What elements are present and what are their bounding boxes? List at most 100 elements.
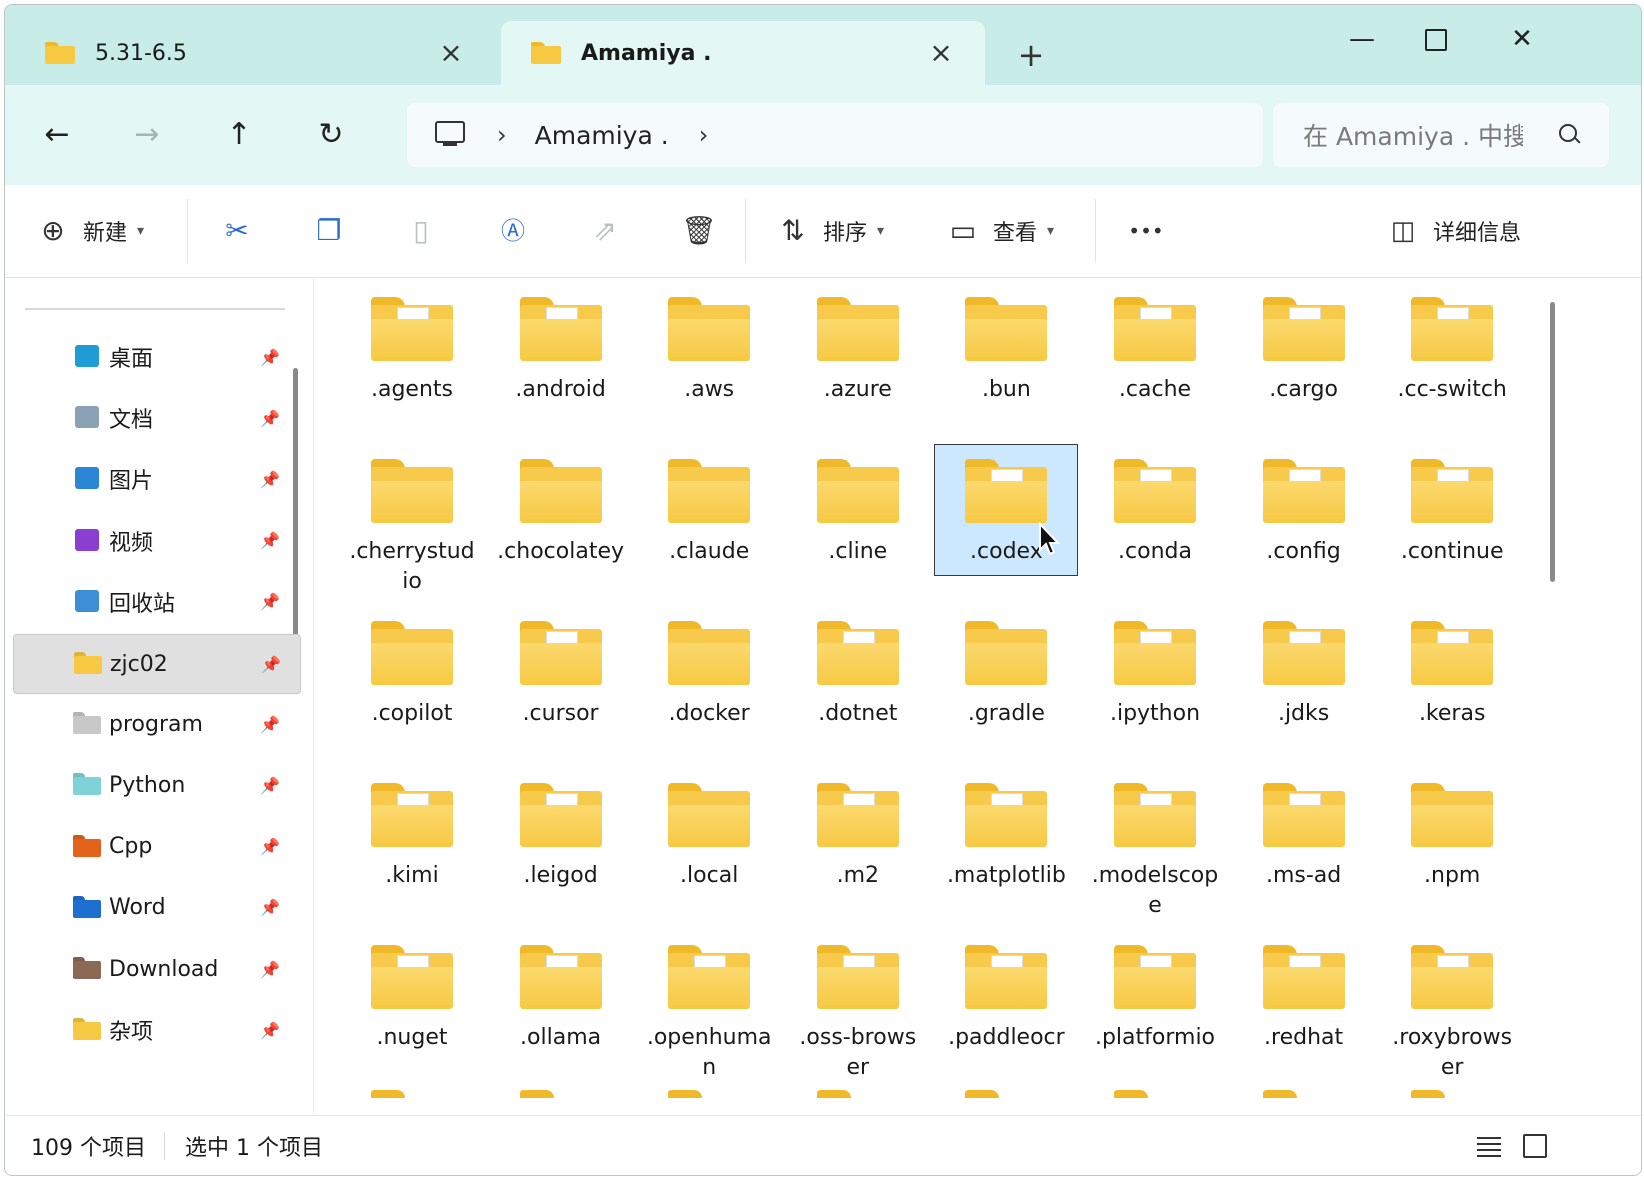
- sidebar-item[interactable]: Python 📌: [13, 756, 299, 814]
- folder-icon: [1411, 459, 1494, 523]
- folder-item[interactable]: .gradle: [934, 606, 1078, 738]
- minimize-button[interactable]: —: [1337, 19, 1387, 59]
- folder-item[interactable]: .bun: [934, 282, 1078, 414]
- pin-icon[interactable]: 📌: [260, 655, 282, 674]
- chevron-right-icon[interactable]: ›: [699, 121, 709, 149]
- folder-item[interactable]: .keras: [1380, 606, 1524, 738]
- folder-item[interactable]: .cursor: [489, 606, 633, 738]
- folder-item[interactable]: .cache: [1083, 282, 1227, 414]
- sort-button[interactable]: ⇅ 排序 ▾: [777, 209, 884, 253]
- folder-item[interactable]: .oss-browser: [786, 930, 930, 1080]
- cut-button[interactable]: ✂: [221, 209, 253, 253]
- large-icons-view-icon[interactable]: [1523, 1134, 1549, 1158]
- pin-icon[interactable]: 📌: [259, 470, 281, 489]
- more-options-button[interactable]: •••: [1123, 209, 1169, 253]
- folder-item[interactable]: .claude: [637, 444, 781, 576]
- folder-item[interactable]: .chocolatey: [489, 444, 633, 576]
- folder-item[interactable]: .redhat: [1232, 930, 1376, 1062]
- close-tab-icon[interactable]: ×: [437, 39, 465, 67]
- details-pane-button[interactable]: ◫ 详细信息: [1387, 209, 1521, 253]
- folder-item[interactable]: .aws: [637, 282, 781, 414]
- pin-icon[interactable]: 📌: [259, 1021, 281, 1040]
- folder-item[interactable]: .config: [1232, 444, 1376, 576]
- breadcrumb-item[interactable]: Amamiya .: [535, 121, 669, 150]
- folder-item[interactable]: .m2: [786, 768, 930, 900]
- folder-item[interactable]: .roxybrowser: [1380, 930, 1524, 1080]
- folder-item[interactable]: .dotnet: [786, 606, 930, 738]
- sidebar-item[interactable]: 杂项 📌: [13, 1001, 299, 1059]
- folder-item[interactable]: .npm: [1380, 768, 1524, 900]
- folder-icon: [1411, 297, 1494, 361]
- content-scrollbar[interactable]: [1550, 302, 1555, 582]
- sidebar-item[interactable]: 桌面 📌: [13, 328, 299, 386]
- folder-item[interactable]: .leigod: [489, 768, 633, 900]
- pin-icon[interactable]: 📌: [259, 960, 281, 979]
- sidebar-item[interactable]: 图片 📌: [13, 450, 299, 508]
- folder-item[interactable]: .paddleocr: [934, 930, 1078, 1062]
- close-tab-icon[interactable]: ×: [927, 39, 955, 67]
- folder-item[interactable]: .copilot: [340, 606, 484, 738]
- folder-item[interactable]: .openhuman: [637, 930, 781, 1080]
- tab-active[interactable]: Amamiya . ×: [501, 21, 985, 85]
- tab-inactive[interactable]: 5.31-6.5 ×: [15, 21, 495, 85]
- folder-item[interactable]: .android: [489, 282, 633, 414]
- new-tab-button[interactable]: +: [1011, 35, 1051, 75]
- folder-item[interactable]: .conda: [1083, 444, 1227, 576]
- sidebar-item[interactable]: 文档 📌: [13, 389, 299, 447]
- share-button[interactable]: ⇗: [589, 209, 621, 253]
- folder-item[interactable]: .cherrystudio: [340, 444, 484, 594]
- sidebar-item[interactable]: zjc02 📌: [13, 634, 301, 694]
- folder-item[interactable]: .cline: [786, 444, 930, 576]
- search-icon[interactable]: [1557, 122, 1583, 148]
- pin-icon[interactable]: 📌: [259, 715, 281, 734]
- folder-item[interactable]: .ms-ad: [1232, 768, 1376, 900]
- paste-button[interactable]: ▯: [405, 209, 437, 253]
- folder-item[interactable]: .cc-switch: [1380, 282, 1524, 414]
- pin-icon[interactable]: 📌: [259, 898, 281, 917]
- pin-icon[interactable]: 📌: [259, 531, 281, 550]
- folder-item[interactable]: .modelscope: [1083, 768, 1227, 918]
- search-box[interactable]: 在 Amamiya . 中搜索: [1273, 103, 1609, 167]
- folder-item[interactable]: .jdks: [1232, 606, 1376, 738]
- chevron-right-icon[interactable]: ›: [497, 121, 507, 149]
- folder-item[interactable]: .ollama: [489, 930, 633, 1062]
- new-button[interactable]: ⊕ 新建 ▾: [37, 209, 144, 253]
- rename-button[interactable]: Ⓐ: [497, 209, 529, 253]
- pin-icon[interactable]: 📌: [259, 409, 281, 428]
- folder-item[interactable]: .platformio: [1083, 930, 1227, 1062]
- up-button[interactable]: ↑: [219, 115, 259, 155]
- pin-icon[interactable]: 📌: [259, 776, 281, 795]
- pin-icon[interactable]: 📌: [259, 592, 281, 611]
- folder-item[interactable]: .kimi: [340, 768, 484, 900]
- folder-item[interactable]: .continue: [1380, 444, 1524, 576]
- close-button[interactable]: ✕: [1497, 19, 1547, 59]
- sidebar-item[interactable]: Download 📌: [13, 940, 299, 998]
- address-bar[interactable]: › Amamiya . ›: [407, 103, 1263, 167]
- folder-item[interactable]: .matplotlib: [934, 768, 1078, 900]
- sidebar-item[interactable]: program 📌: [13, 695, 299, 753]
- folder-item[interactable]: .local: [637, 768, 781, 900]
- pin-icon[interactable]: 📌: [259, 837, 281, 856]
- refresh-button[interactable]: ↻: [311, 115, 351, 155]
- sidebar-item[interactable]: 视频 📌: [13, 512, 299, 570]
- folder-item[interactable]: .agents: [340, 282, 484, 414]
- sidebar-item[interactable]: Word 📌: [13, 879, 299, 937]
- this-pc-icon[interactable]: [433, 121, 467, 149]
- folder-item[interactable]: .azure: [786, 282, 930, 414]
- forward-button[interactable]: →: [127, 115, 167, 155]
- folder-item[interactable]: .cargo: [1232, 282, 1376, 414]
- delete-button[interactable]: 🗑: [681, 209, 717, 253]
- back-button[interactable]: ←: [37, 115, 77, 155]
- sidebar-item[interactable]: Cpp 📌: [13, 818, 299, 876]
- folder-item[interactable]: .nuget: [340, 930, 484, 1062]
- pin-icon[interactable]: 📌: [259, 348, 281, 367]
- maximize-button[interactable]: [1409, 19, 1459, 59]
- folder-item[interactable]: .ipython: [1083, 606, 1227, 738]
- details-view-icon[interactable]: [1477, 1134, 1503, 1158]
- copy-button[interactable]: ❐: [313, 209, 345, 253]
- folder-item[interactable]: .docker: [637, 606, 781, 738]
- search-input[interactable]: 在 Amamiya . 中搜索: [1303, 117, 1523, 153]
- folder-name: .cursor: [522, 701, 599, 726]
- sidebar-item[interactable]: 回收站 📌: [13, 573, 299, 631]
- view-button[interactable]: ▭ 查看 ▾: [947, 209, 1054, 253]
